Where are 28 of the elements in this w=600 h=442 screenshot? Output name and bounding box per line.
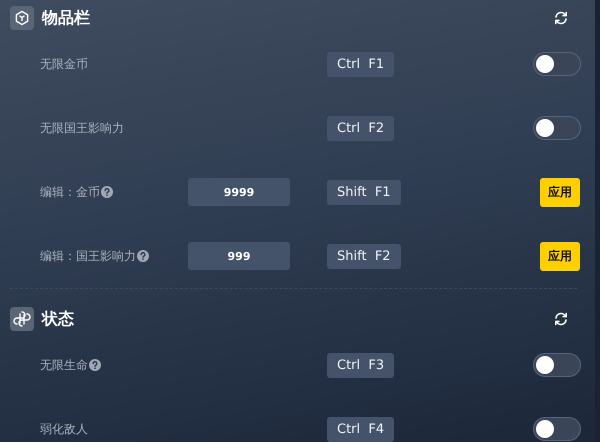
section-title: 物品栏: [42, 8, 90, 28]
toggle-switch[interactable]: [533, 116, 581, 140]
refresh-icon[interactable]: [553, 10, 569, 26]
hotkey-label: Ctrl F4: [327, 416, 394, 442]
apply-button[interactable]: 应用: [540, 178, 580, 206]
option-label: 编辑：国王影响力: [40, 248, 136, 264]
toggle-switch[interactable]: [533, 417, 581, 441]
value-field[interactable]: 9999: [188, 178, 290, 206]
hotkey-label: Shift F1: [327, 180, 401, 204]
section-title: 状态: [42, 308, 74, 330]
apply-button[interactable]: 应用: [540, 242, 580, 270]
option-label: 无限生命: [40, 356, 88, 374]
hotkey-label: Ctrl F2: [327, 116, 394, 140]
option-label: 无限金币: [40, 56, 88, 72]
cube-icon: [14, 10, 30, 26]
value-field[interactable]: 999: [188, 242, 290, 270]
option-label: 无限国王影响力: [40, 120, 124, 136]
toggle-switch[interactable]: [533, 52, 581, 76]
hotkey-label: Shift F2: [327, 244, 401, 268]
help-icon[interactable]: [101, 186, 113, 198]
option-label: 弱化敌人: [40, 420, 88, 438]
help-icon[interactable]: [137, 250, 149, 262]
toggle-switch[interactable]: [533, 353, 581, 377]
hotkey-label: Ctrl F3: [327, 352, 394, 378]
help-icon[interactable]: [89, 359, 101, 371]
hotkey-label: Ctrl F1: [327, 52, 394, 76]
option-label: 编辑：金币: [40, 184, 100, 200]
refresh-icon[interactable]: [553, 311, 569, 327]
